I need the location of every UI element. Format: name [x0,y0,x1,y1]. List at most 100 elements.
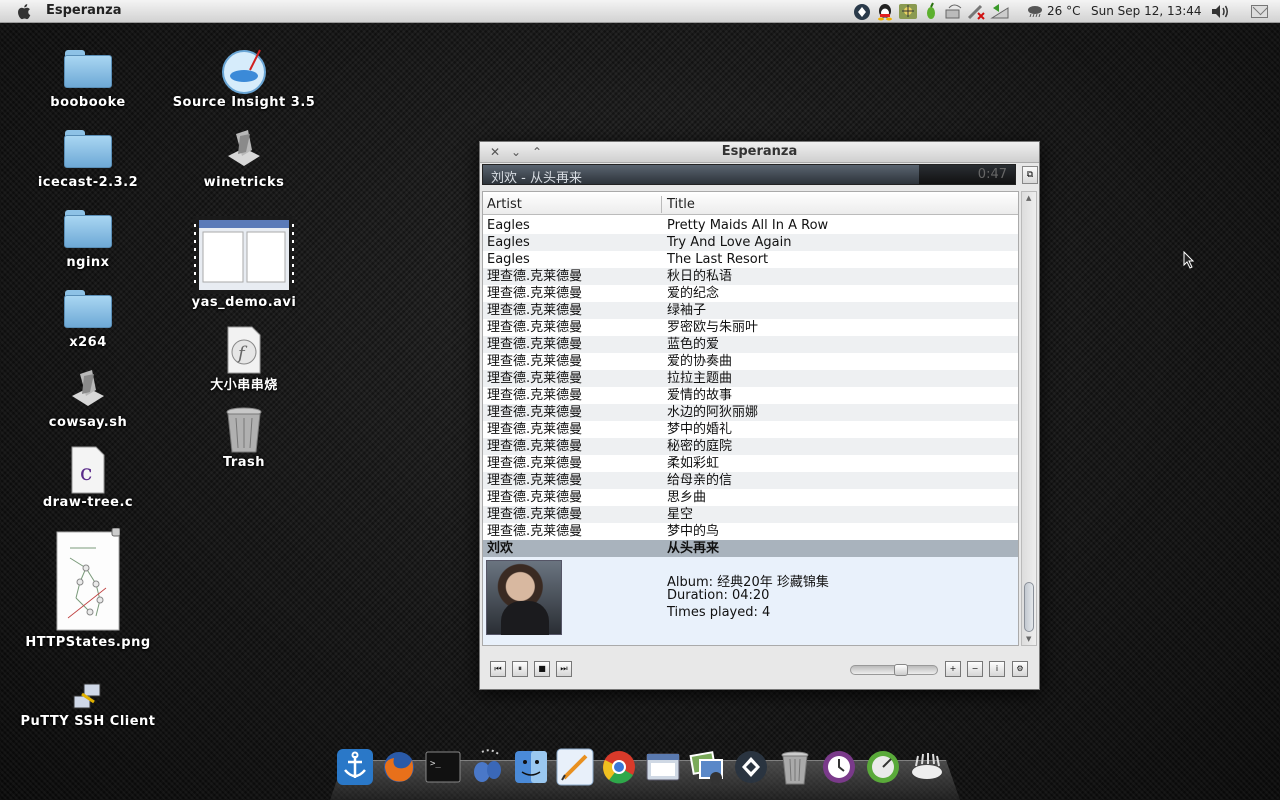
playlist-row[interactable]: 理查德.克莱德曼 梦中的鸟 [483,523,1018,540]
volume-slider[interactable] [850,664,938,676]
previous-button[interactable]: ⏮ [490,661,506,677]
playlist-row[interactable]: 理查德.克莱德曼 爱的纪念 [483,285,1018,302]
update-tray-icon[interactable] [990,2,1010,21]
playlist-row[interactable]: Eagles The Last Resort [483,251,1018,268]
playlist-row[interactable]: 理查德.克莱德曼 秋日的私语 [483,268,1018,285]
terminal-icon[interactable]: >_ [424,748,462,786]
weather-indicator[interactable]: 26 °C [1027,4,1080,18]
playlist-row[interactable]: 理查德.克莱德曼 柔如彩虹 [483,455,1018,472]
album-cover [486,560,562,635]
desktop-icon-source-insight[interactable]: Source Insight 3.5 [169,48,319,110]
playlist-row-current[interactable]: 刘欢 从头再来 [483,540,1018,557]
desktop-icon-draw-tree[interactable]: c draw-tree.c [13,446,163,510]
playlist-row[interactable]: 理查德.克莱德曼 蓝色的爱 [483,336,1018,353]
volume-slider-knob[interactable] [894,664,908,676]
track-artist: 理查德.克莱德曼 [487,422,583,437]
pea-tray-icon[interactable] [921,2,941,21]
apple-menu-icon[interactable] [14,2,34,21]
scroll-up-icon[interactable]: ▲ [1026,194,1031,202]
dashboard-icon[interactable] [864,748,902,786]
playlist-row[interactable]: Eagles Try And Love Again [483,234,1018,251]
playlist-row[interactable]: Eagles Pretty Maids All In A Row [483,217,1018,234]
desktop-icon-label: HTTPStates.png [25,635,151,650]
desktop-icon-label: winetricks [203,175,285,190]
map-tray-icon[interactable] [898,2,918,21]
folder-icon [64,130,112,168]
iphoto-icon[interactable] [688,748,726,786]
scrollbar-thumb[interactable] [1024,582,1034,632]
playlist-row[interactable]: 理查德.克莱德曼 水边的阿狄丽娜 [483,404,1018,421]
window-titlebar[interactable]: ✕ ⌄ ⌃ Esperanza [480,142,1039,163]
next-button[interactable]: ⏭ [556,661,572,677]
desktop-icon-winetricks[interactable]: winetricks [169,126,319,190]
playlist-row[interactable]: 理查德.克莱德曼 爱的协奏曲 [483,353,1018,370]
add-button[interactable]: + [945,661,961,677]
desktop-icon-flash[interactable]: f 大小串串烧 [169,326,319,393]
column-divider[interactable] [661,196,662,213]
finder-icon[interactable] [512,748,550,786]
vmware-tray-icon[interactable] [852,2,872,21]
desktop-icon-trash[interactable]: Trash [169,406,319,470]
desktop-icon-yas-demo[interactable]: yas_demo.avi [169,216,319,310]
wired-disconnected-icon[interactable] [967,2,987,21]
trash-icon[interactable] [776,748,814,786]
desktop-icon-boobooke[interactable]: boobooke [13,50,163,110]
duration-label: Duration: 04:20 [667,588,770,603]
playlist-row[interactable]: 理查德.克莱德曼 思乡曲 [483,489,1018,506]
playlist-row[interactable]: 理查德.克莱德曼 罗密欧与朱丽叶 [483,319,1018,336]
track-artist: Eagles [487,218,530,233]
settings-button[interactable]: ⚙ [1012,661,1028,677]
desktop-icon-nginx[interactable]: nginx [13,210,163,270]
chrome-icon[interactable] [600,748,638,786]
editor-icon[interactable] [556,748,594,786]
window-manager-icon[interactable] [644,748,682,786]
script-icon [72,370,104,406]
track-title: 爱的纪念 [667,286,720,301]
playlist-row[interactable]: 理查德.克莱德曼 拉拉主题曲 [483,370,1018,387]
mail-icon[interactable] [1251,5,1268,18]
playlist-row[interactable]: 理查德.克莱德曼 星空 [483,506,1018,523]
esperanza-window: ✕ ⌄ ⌃ Esperanza 刘欢 - 从头再来 0:47 ⧉ Artist … [479,141,1040,690]
cloud-icon[interactable] [908,748,946,786]
track-artist: 理查德.克莱德曼 [487,269,583,284]
network-tray-icon[interactable] [944,2,964,21]
vmware-icon[interactable] [732,748,770,786]
volume-icon[interactable] [1210,3,1230,20]
playlist-row[interactable]: 理查德.克莱德曼 秘密的庭院 [483,438,1018,455]
info-button[interactable]: i [989,661,1005,677]
track-artist: Eagles [487,252,530,267]
track-artist: 理查德.克莱德曼 [487,405,583,420]
desktop-icon-label: draw-tree.c [42,495,134,510]
qq-tray-icon[interactable] [875,2,895,21]
playlist-row[interactable]: 理查德.克莱德曼 给母亲的信 [483,472,1018,489]
pause-button[interactable]: ⏸ [512,661,528,677]
active-app-name[interactable]: Esperanza [46,3,122,18]
playlist[interactable]: Artist Title Eagles Pretty Maids All In A… [482,191,1019,646]
playlist-row[interactable]: 理查德.克莱德曼 绿袖子 [483,302,1018,319]
svg-text:>_: >_ [430,759,441,769]
desktop-icon-httpstates[interactable]: HTTPStates.png [13,527,163,650]
scroll-down-icon[interactable]: ▼ [1026,635,1031,643]
now-playing-label: 刘欢 - 从头再来 [491,171,582,186]
playlist-row[interactable]: 理查德.克莱德曼 梦中的婚礼 [483,421,1018,438]
progress-bar[interactable]: 刘欢 - 从头再来 0:47 [482,164,1016,186]
track-title: 罗密欧与朱丽叶 [667,320,759,335]
track-title: 绿袖子 [667,303,707,318]
desktop-icon-putty[interactable]: PuTTY SSH Client [13,682,163,729]
pidgin-icon[interactable] [468,748,506,786]
playlist-scrollbar[interactable]: ▲ ▼ [1021,191,1037,646]
firefox-icon[interactable] [380,748,418,786]
column-header-title[interactable]: Title [667,197,695,212]
mini-mode-button[interactable]: ⧉ [1022,166,1038,184]
desktop-icon-icecast[interactable]: icecast-2.3.2 [13,130,163,190]
clock[interactable]: Sun Sep 12, 13:44 [1091,4,1202,18]
anchor-icon[interactable] [336,748,374,786]
time-machine-icon[interactable] [820,748,858,786]
remove-button[interactable]: − [967,661,983,677]
desktop-icon-x264[interactable]: x264 [13,290,163,350]
desktop-icon-cowsay[interactable]: cowsay.sh [13,366,163,430]
playlist-row[interactable]: 理查德.克莱德曼 爱情的故事 [483,387,1018,404]
track-artist: 理查德.克莱德曼 [487,439,583,454]
stop-button[interactable]: ■ [534,661,550,677]
column-header-artist[interactable]: Artist [487,197,522,212]
